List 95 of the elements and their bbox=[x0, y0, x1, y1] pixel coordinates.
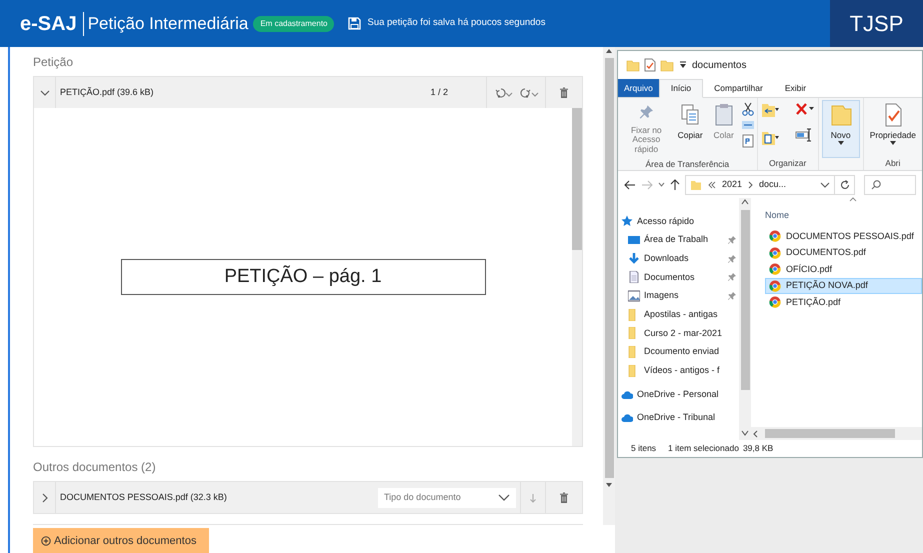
caret-icon bbox=[838, 140, 844, 145]
delete-icon[interactable] bbox=[558, 492, 570, 504]
file-menu-tab[interactable]: Arquivo bbox=[618, 79, 659, 97]
file-row[interactable]: DOCUMENTOS.pdf bbox=[765, 244, 922, 261]
folder-icon bbox=[690, 178, 702, 190]
refresh-icon bbox=[840, 180, 850, 190]
file-row[interactable]: DOCUMENTOS PESSOAIS.pdf bbox=[765, 228, 922, 244]
status-text: 1 item selecionado bbox=[668, 442, 739, 455]
breadcrumb-item[interactable]: docu... bbox=[759, 178, 786, 192]
save-icon bbox=[348, 17, 362, 30]
status-text: 5 itens bbox=[631, 442, 656, 455]
add-icon bbox=[41, 536, 51, 546]
rotate-right-icon[interactable] bbox=[519, 86, 539, 98]
sort-icon bbox=[849, 197, 858, 202]
file-name: DOCUMENTOS PESSOAIS.pdf (32.3 kB) bbox=[59, 490, 228, 504]
nav-item[interactable]: Apostilas - antigas bbox=[618, 305, 739, 324]
document-icon bbox=[628, 271, 640, 284]
cloud-icon bbox=[621, 388, 633, 401]
status-text: 39,8 KB bbox=[742, 442, 774, 455]
scroll-down-icon[interactable] bbox=[605, 481, 613, 489]
nav-item[interactable]: Dcoumento enviad bbox=[618, 342, 739, 362]
page-title: Petição Intermediária bbox=[88, 12, 248, 35]
scrollbar-thumb[interactable] bbox=[740, 210, 750, 390]
nav-item[interactable]: Documentos bbox=[618, 268, 739, 287]
desktop-icon bbox=[628, 234, 640, 246]
breadcrumb-item[interactable]: 2021 bbox=[722, 178, 742, 192]
search-icon bbox=[871, 180, 881, 190]
file-row[interactable]: OFÍCIO.pdf bbox=[765, 261, 922, 278]
nav-item[interactable]: Downloads bbox=[618, 249, 739, 268]
star-icon bbox=[621, 215, 633, 228]
breadcrumb-separator-icon bbox=[748, 180, 754, 188]
move-to-icon[interactable] bbox=[760, 102, 779, 118]
scroll-up-icon[interactable] bbox=[741, 198, 749, 206]
delete-icon[interactable] bbox=[558, 86, 570, 98]
nav-item[interactable]: Imagens bbox=[618, 286, 739, 306]
ribbon-tab[interactable]: Início bbox=[658, 79, 704, 98]
cloud-icon bbox=[621, 412, 633, 424]
file-icon bbox=[769, 263, 781, 276]
cut-icon[interactable] bbox=[742, 102, 754, 116]
window-title: documentos bbox=[692, 58, 746, 72]
ribbon-button[interactable]: Propriedade bbox=[866, 100, 919, 158]
rotate-left-icon[interactable] bbox=[493, 86, 513, 98]
scrollbar-thumb[interactable] bbox=[765, 429, 895, 438]
page-preview-text: PETIÇÃO – pág. 1 bbox=[120, 259, 486, 295]
status-badge: Em cadastramento bbox=[253, 16, 334, 32]
file-icon bbox=[769, 296, 781, 308]
file-row[interactable]: PETIÇÃO.pdf bbox=[765, 294, 922, 310]
group-label: Área de Transferência bbox=[644, 158, 730, 171]
copy-to-icon[interactable] bbox=[760, 130, 779, 146]
file-icon bbox=[769, 280, 781, 292]
delete-icon[interactable] bbox=[794, 102, 815, 116]
ribbon-button[interactable]: Novo bbox=[822, 100, 860, 158]
page-counter: 1 / 2 bbox=[430, 86, 448, 99]
nav-item[interactable]: OneDrive - Tribunal bbox=[618, 408, 739, 428]
properties-icon[interactable] bbox=[644, 58, 656, 72]
brand-name: e-SAJ bbox=[20, 12, 77, 36]
image-icon bbox=[628, 290, 640, 302]
document-type-select[interactable]: Tipo do documento bbox=[378, 488, 516, 508]
file-name: PETIÇÃO.pdf (39.6 kB) bbox=[59, 86, 155, 99]
overflow-icon[interactable] bbox=[708, 180, 716, 188]
group-label: Abri bbox=[884, 157, 902, 170]
nav-item[interactable]: Vídeos - antigos - f bbox=[618, 362, 739, 380]
caret-icon bbox=[890, 140, 896, 145]
address-bar[interactable]: 2021 docu... bbox=[685, 174, 835, 194]
search-field[interactable] bbox=[864, 174, 916, 194]
nav-item[interactable]: Área de Trabalh bbox=[618, 230, 739, 250]
court-logo: TJSP bbox=[830, 0, 923, 47]
up-icon[interactable] bbox=[670, 178, 680, 190]
section-title: Outros documentos (2) bbox=[33, 459, 157, 476]
ribbon-button[interactable]: Copiar bbox=[674, 100, 706, 158]
scrollbar-thumb[interactable] bbox=[572, 108, 582, 250]
file-row[interactable]: PETIÇÃO NOVA.pdf bbox=[765, 278, 922, 294]
scrollbar-thumb[interactable] bbox=[604, 58, 614, 478]
copy-path-icon[interactable] bbox=[742, 120, 754, 130]
folder-icon bbox=[828, 103, 853, 127]
caret-icon[interactable] bbox=[820, 182, 830, 188]
caret-icon bbox=[498, 492, 510, 502]
nav-item[interactable]: Curso 2 - mar-2021 bbox=[618, 324, 739, 343]
back-icon[interactable] bbox=[624, 180, 636, 190]
scroll-down-icon[interactable] bbox=[741, 429, 749, 437]
nav-item[interactable]: OneDrive - Personal bbox=[618, 385, 739, 404]
column-header[interactable]: Nome bbox=[765, 208, 790, 222]
section-title: Petição bbox=[33, 54, 74, 71]
rename-icon[interactable] bbox=[794, 128, 813, 142]
add-documents-button[interactable]: Adicionar outros documentos bbox=[33, 528, 209, 553]
file-icon bbox=[769, 246, 781, 259]
nav-item[interactable]: Acesso rápido bbox=[618, 212, 739, 231]
paste-shortcut-icon[interactable] bbox=[742, 134, 754, 148]
download-icon bbox=[628, 252, 640, 265]
save-status-text: Sua petição foi salva há poucos segundos bbox=[367, 16, 546, 30]
group-label: Organizar bbox=[768, 157, 808, 170]
caret-icon[interactable] bbox=[658, 182, 665, 187]
dropdown-icon[interactable] bbox=[678, 60, 688, 70]
refresh-button[interactable] bbox=[835, 174, 855, 194]
file-icon bbox=[769, 230, 781, 242]
